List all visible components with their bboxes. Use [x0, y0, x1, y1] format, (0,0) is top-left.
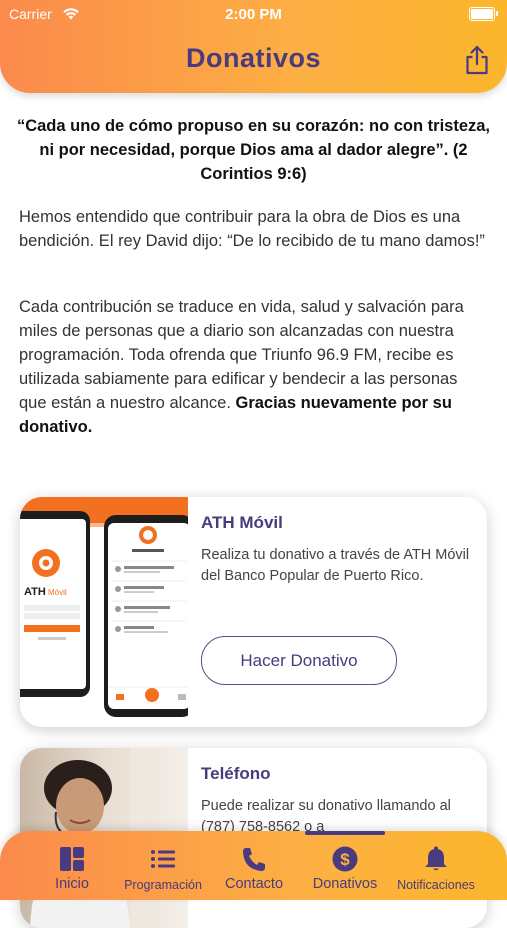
- intro-paragraph: Hemos entendido que contribuir para la o…: [19, 208, 485, 250]
- bible-quote: “Cada uno de cómo propuso en su corazón:…: [16, 117, 491, 183]
- tab-programacion[interactable]: Programación: [113, 831, 213, 900]
- battery-icon: [469, 7, 498, 21]
- page-title: Donativos: [185, 43, 322, 73]
- hacer-donativo-button[interactable]: Hacer Donativo: [201, 636, 397, 685]
- ath-movil-app-image: ATH Móvil: [20, 497, 188, 727]
- card-title: ATH Móvil: [201, 513, 283, 532]
- active-tab-indicator: [305, 831, 385, 835]
- ath-logo-text: ATH: [24, 586, 46, 598]
- phone-icon: [243, 848, 265, 871]
- tab-label: Donativos: [312, 876, 378, 892]
- clock: 2:00 PM: [225, 6, 282, 23]
- tab-label: Notificaciones: [397, 878, 475, 892]
- ath-movil-card: ATH Móvil ATH Móvil Realiza tu donativo …: [20, 497, 487, 727]
- status-bar: Carrier 2:00 PM: [0, 6, 507, 24]
- svg-text:$: $: [340, 850, 350, 869]
- tab-inicio[interactable]: Inicio: [22, 831, 122, 900]
- list-icon: [151, 850, 175, 868]
- card-title: Teléfono: [201, 764, 271, 783]
- card-description: Realiza tu donativo a través de ATH Móvi…: [201, 547, 470, 584]
- contribution-paragraph: Cada contribución se traduce en vida, sa…: [19, 295, 489, 439]
- share-icon[interactable]: [464, 45, 490, 75]
- tab-label: Inicio: [55, 876, 89, 892]
- tab-contacto[interactable]: Contacto: [204, 831, 304, 900]
- tab-donativos[interactable]: $ Donativos: [295, 831, 395, 900]
- bell-icon: [425, 846, 447, 871]
- tab-label: Contacto: [224, 876, 284, 892]
- tab-label: Programación: [124, 878, 202, 892]
- movil-logo-text: Móvil: [48, 588, 67, 597]
- tab-notificaciones[interactable]: Notificaciones: [386, 831, 486, 900]
- tab-bar: Inicio Programación Contacto $ Donativos…: [0, 831, 507, 900]
- dollar-icon: $: [332, 846, 358, 872]
- grid-icon: [60, 847, 84, 871]
- header-bar: Carrier 2:00 PM Donativos: [0, 0, 507, 93]
